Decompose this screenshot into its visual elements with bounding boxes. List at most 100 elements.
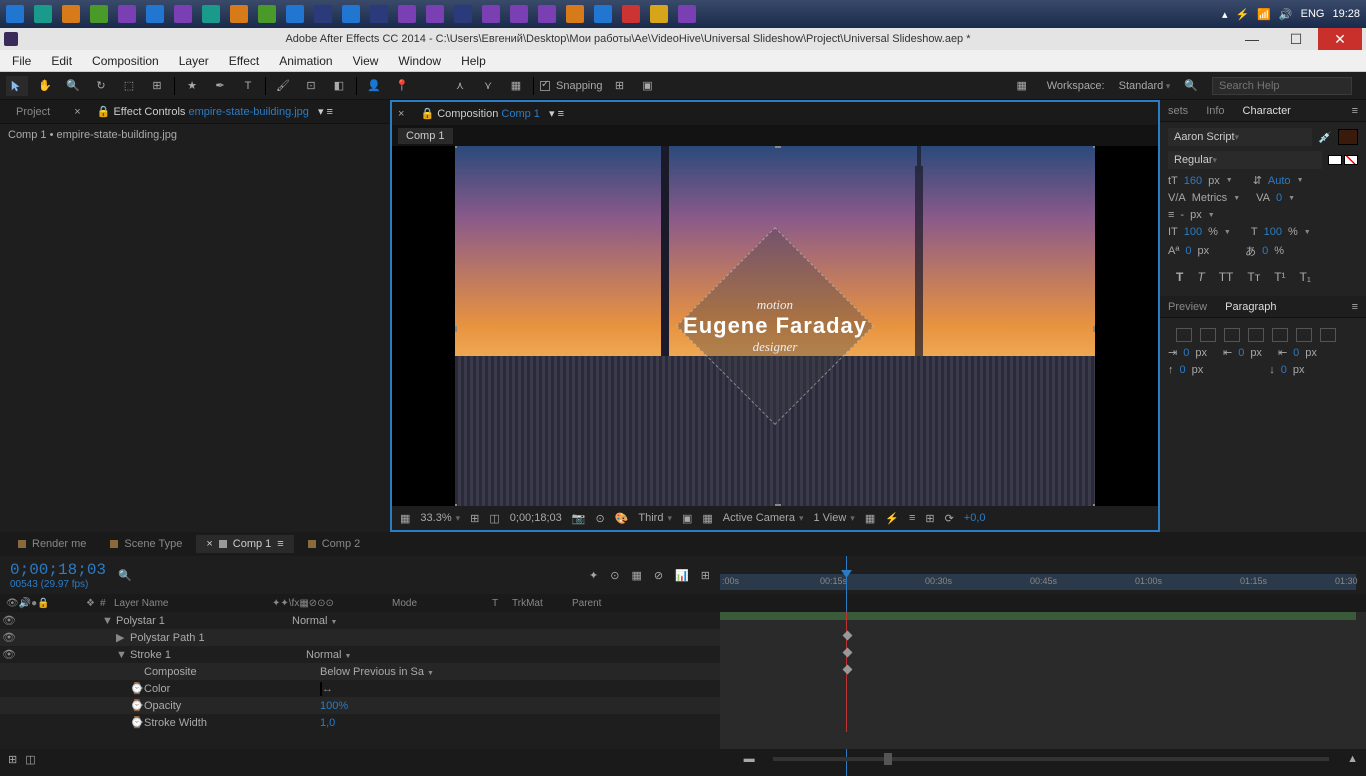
timeline-tab-comp2[interactable]: Comp 2 [298, 535, 371, 553]
color-mgmt-icon[interactable]: 🎨 [615, 512, 629, 525]
menu-edit[interactable]: Edit [43, 52, 80, 70]
tb-app-icon[interactable] [34, 5, 52, 23]
transparency-icon[interactable]: ▦ [702, 512, 712, 525]
leading-value[interactable]: Auto [1268, 175, 1291, 187]
effect-controls-tab[interactable]: 🔒 Effect Controls empire-state-building.… [87, 102, 343, 121]
layer-row[interactable]: 👁▼Stroke 1Normal ▼ [0, 646, 720, 663]
tb-app-icon[interactable] [342, 5, 360, 23]
frame-blend-icon[interactable]: ▦ [1011, 76, 1033, 96]
local-axis-icon[interactable]: ⋏ [449, 76, 471, 96]
menu-view[interactable]: View [345, 52, 387, 70]
roi-icon[interactable]: ▣ [682, 512, 692, 525]
zoom-out-icon[interactable]: ▬ [744, 753, 755, 765]
layer-name[interactable]: Color [140, 683, 320, 695]
network-icon[interactable]: 📶 [1257, 8, 1271, 21]
tb-app-icon[interactable] [230, 5, 248, 23]
channel-icon[interactable]: ⊙ [595, 512, 604, 525]
motion-blur-icon[interactable]: ⊘ [654, 569, 663, 582]
tb-app-icon[interactable] [398, 5, 416, 23]
snapshot-icon[interactable]: 📷 [572, 512, 586, 525]
timeline-tab-scene[interactable]: Scene Type [100, 535, 192, 553]
allcaps-button[interactable]: TT [1219, 270, 1234, 284]
col-trkmat[interactable]: TrkMat [506, 598, 566, 609]
close-button[interactable]: ✕ [1318, 28, 1362, 50]
col-layername[interactable]: Layer Name [108, 598, 266, 609]
lock-icon[interactable]: 🔒 [97, 106, 111, 118]
superscript-button[interactable]: T¹ [1274, 270, 1285, 284]
tb-app-icon[interactable] [482, 5, 500, 23]
preview-tab[interactable]: Preview [1168, 301, 1207, 313]
tb-app-icon[interactable] [622, 5, 640, 23]
tb-app-icon[interactable] [90, 5, 108, 23]
presets-tab[interactable]: sets [1168, 105, 1188, 117]
align-right-button[interactable] [1224, 328, 1240, 342]
graph-editor-icon[interactable]: 📊 [675, 569, 689, 582]
fast-preview-icon[interactable]: ⚡ [885, 512, 899, 525]
character-tab[interactable]: Character [1243, 105, 1291, 117]
work-area-bar[interactable] [720, 612, 1356, 620]
workspace-select[interactable]: Standard [1119, 80, 1171, 92]
layer-mode[interactable]: Below Previous in Sa ▼ [320, 666, 450, 678]
comp-flow-tab[interactable]: Comp 1 [398, 128, 453, 144]
menu-effect[interactable]: Effect [221, 52, 267, 70]
layer-name[interactable]: Polystar 1 [112, 615, 292, 627]
exposure-value[interactable]: +0,0 [964, 512, 986, 524]
tb-app-icon[interactable] [566, 5, 584, 23]
layer-mode[interactable]: 100% [320, 700, 450, 712]
toggle-modes-icon[interactable]: ◫ [25, 753, 35, 766]
tsume-value[interactable]: 0 [1262, 245, 1268, 257]
zoom-in-icon[interactable]: ▲ [1347, 753, 1358, 765]
hscale-value[interactable]: 100 [1264, 226, 1282, 238]
twirl-icon[interactable]: ⌚ [130, 699, 140, 712]
layer-name[interactable]: Polystar Path 1 [126, 632, 306, 644]
timeline-icon[interactable]: ≡ [909, 512, 915, 524]
current-time[interactable]: 0;00;18;03 [510, 512, 562, 524]
timeline-ruler-area[interactable]: :00s 00:15s 00:30s 00:45s 01:00s 01:15s … [720, 556, 1366, 594]
visibility-toggle[interactable]: 👁 [0, 648, 18, 661]
layer-mode[interactable]: Normal ▼ [306, 649, 436, 661]
view-axis-icon[interactable]: ▦ [505, 76, 527, 96]
brush-tool[interactable]: 🖌 [272, 76, 294, 96]
menu-composition[interactable]: Composition [84, 52, 167, 70]
stroke-swatches[interactable] [1328, 155, 1358, 165]
vscale-value[interactable]: 100 [1184, 226, 1202, 238]
font-style-select[interactable]: Regular [1168, 151, 1322, 169]
justify-left-button[interactable] [1248, 328, 1264, 342]
menu-animation[interactable]: Animation [271, 52, 340, 70]
tb-app-icon[interactable] [62, 5, 80, 23]
minimize-button[interactable]: — [1230, 28, 1274, 50]
tb-app-icon[interactable] [146, 5, 164, 23]
layer-name[interactable]: Composite [140, 666, 320, 678]
layer-row[interactable]: ⌚Color ↔ [0, 680, 720, 697]
info-tab[interactable]: Info [1206, 105, 1224, 117]
timeline-zoom-slider[interactable] [773, 757, 1329, 761]
brainstorm-icon[interactable]: ⊞ [701, 569, 710, 582]
roto-tool[interactable]: 👤 [363, 76, 385, 96]
layer-row[interactable]: ⌚Stroke Width1,0 [0, 714, 720, 731]
keyframe-icon[interactable] [843, 665, 853, 675]
twirl-icon[interactable]: ⌚ [130, 716, 140, 729]
layer-row[interactable]: 👁▼Polystar 1Normal ▼ [0, 612, 720, 629]
camera-select[interactable]: Active Camera [723, 512, 804, 524]
view-layout-select[interactable]: 1 View [813, 512, 854, 524]
flowchart-icon[interactable]: ⊞ [925, 512, 934, 525]
clock[interactable]: 19:28 [1332, 8, 1360, 20]
resolution-icon[interactable]: ▦ [400, 512, 410, 525]
zoom-select[interactable]: 33.3% [420, 512, 460, 524]
space-before-value[interactable]: 0 [1180, 364, 1186, 376]
justify-center-button[interactable] [1272, 328, 1288, 342]
lock-icon[interactable]: 🔒 [420, 108, 434, 120]
justify-right-button[interactable] [1296, 328, 1312, 342]
tb-app-icon[interactable] [202, 5, 220, 23]
tb-app-icon[interactable] [118, 5, 136, 23]
paragraph-tab[interactable]: Paragraph [1225, 301, 1276, 313]
layer-mode[interactable]: Normal ▼ [292, 615, 422, 627]
tb-app-icon[interactable] [426, 5, 444, 23]
layer-name[interactable]: Stroke Width [140, 717, 320, 729]
fx-file-link[interactable]: empire-state-building.jpg [188, 106, 308, 118]
keyframe-icon[interactable] [843, 648, 853, 658]
col-parent[interactable]: Parent [566, 598, 646, 609]
reset-exposure-icon[interactable]: ⟳ [945, 512, 954, 525]
puppet-tool[interactable]: 📍 [391, 76, 413, 96]
tb-app-icon[interactable] [454, 5, 472, 23]
